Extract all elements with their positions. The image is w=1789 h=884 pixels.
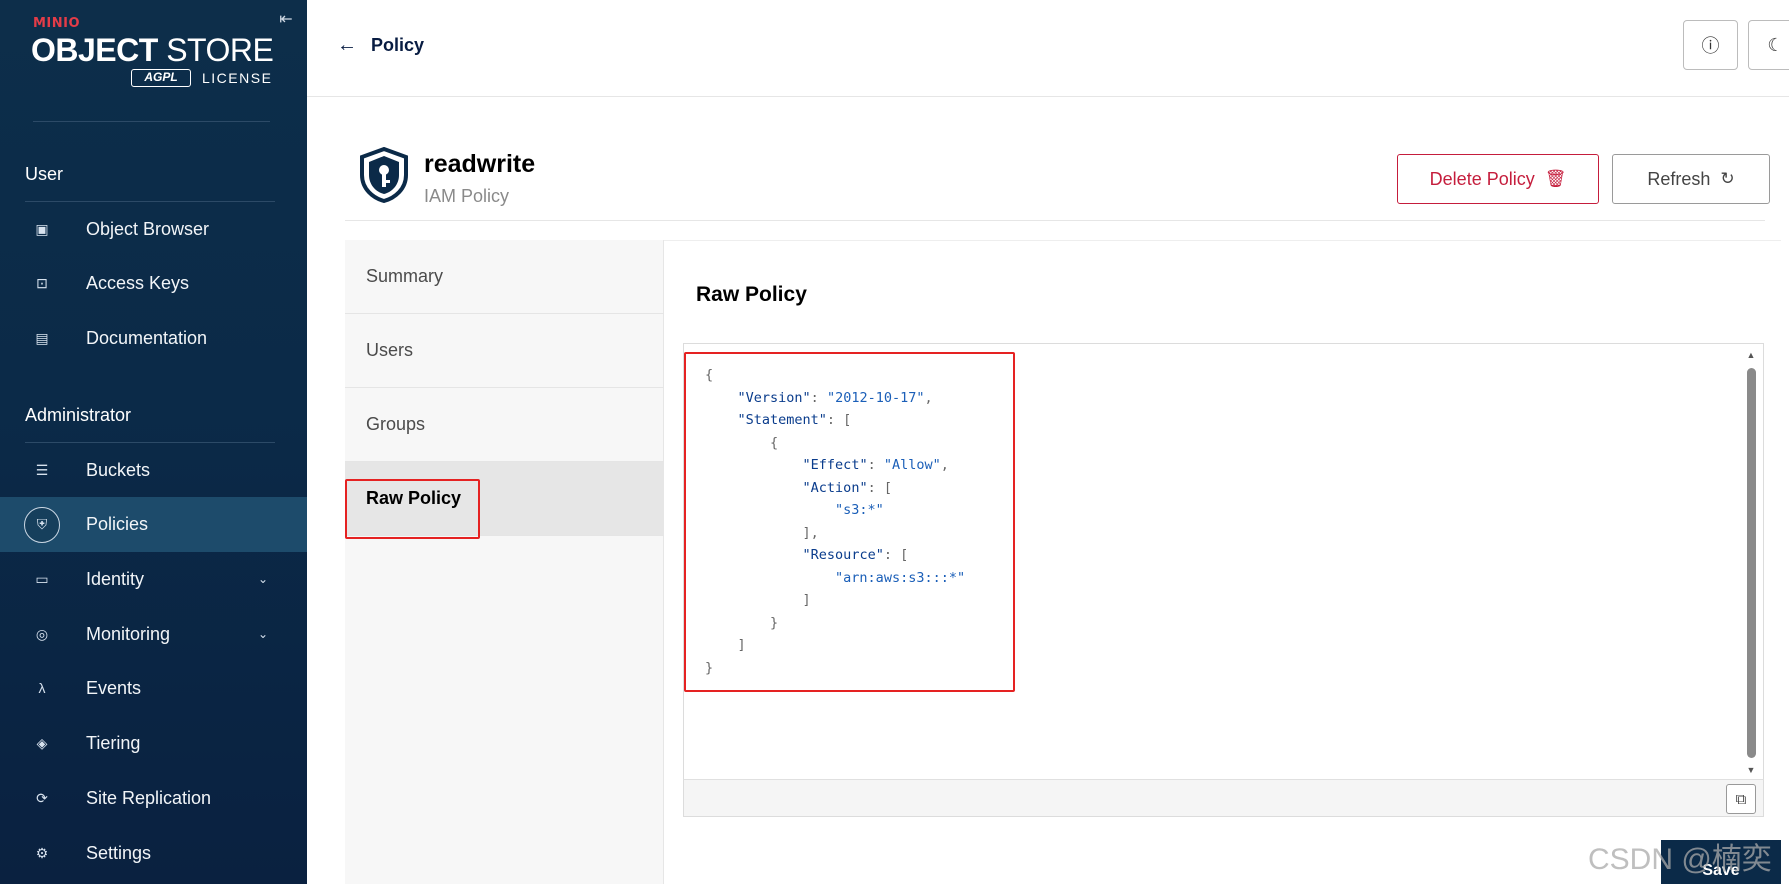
sidebar-item-documentation[interactable]: ▤ Documentation — [0, 316, 307, 360]
json-key: "Statement" — [737, 412, 827, 428]
sidebar-item-access-keys[interactable]: ⊡ Access Keys — [0, 261, 307, 305]
moon-icon: ☾ — [1767, 34, 1784, 55]
json-key: "Effect" — [802, 457, 868, 473]
chevron-down-icon: ⌄ — [258, 627, 269, 641]
sidebar-item-label: Access Keys — [86, 272, 190, 293]
scroll-thumb[interactable] — [1747, 368, 1756, 758]
help-button[interactable]: ⓘ — [1683, 20, 1738, 70]
back-link[interactable]: ← Policy — [337, 34, 424, 57]
sidebar-item-identity[interactable]: ▭ Identity ⌄ — [0, 557, 307, 601]
tab-summary[interactable]: Summary — [345, 240, 664, 314]
tab-raw-policy[interactable]: Raw Policy — [345, 462, 664, 536]
watermark: CSDN @楠奕 — [1588, 843, 1772, 876]
logo-title-rest: STORE — [157, 32, 274, 68]
trash-icon: 🗑 — [1544, 169, 1567, 188]
json-value: "arn:aws:s3:::*" — [835, 569, 966, 586]
divider — [25, 442, 275, 443]
sidebar-item-label: Buckets — [86, 459, 151, 480]
sidebar-item-settings[interactable]: ⚙ Settings — [0, 831, 307, 875]
sidebar-item-label: Tiering — [86, 732, 141, 753]
sidebar-item-policies[interactable]: ⛨ Policies — [0, 497, 307, 552]
layers-icon: ◈ — [36, 734, 48, 751]
sidebar-item-site-replication[interactable]: ⟳ Site Replication — [0, 776, 307, 820]
tab-users[interactable]: Users — [345, 314, 664, 388]
identity-icon: ▭ — [35, 570, 49, 587]
sidebar-item-label: Object Browser — [86, 218, 210, 239]
json-value: "Allow" — [883, 457, 941, 473]
collapse-left-icon[interactable]: ⇤ — [276, 10, 296, 30]
logo-title: OBJECT STORE — [31, 32, 274, 69]
logo-license: LICENSE — [202, 70, 273, 86]
sidebar-item-events[interactable]: λ Events — [0, 666, 307, 710]
json-key: "Action" — [802, 479, 868, 496]
refresh-button[interactable]: Refresh ↻ — [1612, 154, 1770, 204]
policy-type: IAM Policy — [424, 186, 510, 206]
delete-policy-button[interactable]: Delete Policy 🗑 — [1397, 154, 1599, 204]
sidebar-item-monitoring[interactable]: ◎ Monitoring ⌄ — [0, 612, 307, 656]
sidebar-item-label: Monitoring — [86, 623, 171, 644]
object-browser-icon: ▣ — [35, 220, 49, 237]
json-key: "Version" — [737, 389, 811, 406]
back-label: Policy — [371, 35, 425, 55]
refresh-icon: ↻ — [1720, 169, 1735, 188]
divider — [33, 121, 270, 122]
section-title-administrator: Administrator — [25, 405, 132, 425]
tab-groups[interactable]: Groups — [345, 388, 664, 462]
policy-tabs: Summary Users Groups Raw Policy — [345, 240, 664, 884]
shield-icon: ⛨ — [24, 506, 60, 543]
policy-json-code: { "Version": "2012-10-17", "Statement": … — [705, 367, 966, 676]
json-key: "Resource" — [802, 547, 884, 563]
key-icon: ⊡ — [36, 274, 48, 291]
bucket-icon: ☰ — [35, 461, 49, 478]
json-value: "s3:*" — [835, 502, 884, 518]
chevron-down-icon: ⌄ — [258, 572, 269, 586]
sidebar-item-tiering[interactable]: ◈ Tiering — [0, 721, 307, 765]
editor-footer — [683, 779, 1764, 817]
arrow-left-icon: ← — [337, 34, 357, 56]
section-title-user: User — [25, 164, 64, 184]
sidebar-item-object-browser[interactable]: ▣ Object Browser — [0, 207, 307, 251]
scroll-down-icon[interactable]: ▼ — [1745, 765, 1757, 775]
lambda-icon: λ — [38, 680, 46, 696]
sidebar: ⇤ MINIO OBJECT STORE AGPL LICENSE User ▣… — [0, 0, 307, 884]
theme-toggle-button[interactable]: ☾ — [1748, 20, 1789, 70]
sidebar-item-label: Settings — [86, 842, 152, 863]
monitoring-icon: ◎ — [35, 625, 49, 642]
content-title: Raw Policy — [696, 283, 807, 306]
gear-icon: ⚙ — [35, 844, 49, 861]
top-bar: ← Policy ⓘ ☾ — [307, 0, 1789, 97]
policy-name: readwrite — [424, 150, 536, 178]
delete-policy-label: Delete Policy — [1429, 168, 1535, 189]
sidebar-item-label: Events — [86, 677, 142, 698]
sidebar-item-label: Identity — [86, 568, 145, 589]
sidebar-item-label: Site Replication — [86, 787, 212, 808]
refresh-label: Refresh — [1647, 168, 1711, 189]
agpl-logo: AGPL — [131, 69, 191, 87]
json-value: "2012-10-17" — [826, 389, 925, 406]
sidebar-item-buckets[interactable]: ☰ Buckets — [0, 448, 307, 492]
copy-icon: ⧉ — [1735, 790, 1747, 808]
copy-button[interactable]: ⧉ — [1726, 784, 1756, 814]
help-icon: ⓘ — [1701, 36, 1720, 56]
sidebar-item-label: Documentation — [86, 327, 208, 348]
replication-icon: ⟳ — [36, 789, 48, 806]
divider — [345, 220, 1765, 221]
scroll-up-icon[interactable]: ▲ — [1745, 350, 1757, 360]
logo-brand: MINIO — [33, 16, 81, 31]
policy-shield-icon — [360, 147, 408, 203]
logo-title-bold: OBJECT — [31, 32, 158, 68]
divider — [25, 201, 275, 202]
sidebar-item-label: Policies — [86, 514, 149, 534]
document-icon: ▤ — [35, 329, 49, 346]
editor-scrollbar[interactable]: ▲ ▼ — [1745, 350, 1757, 777]
